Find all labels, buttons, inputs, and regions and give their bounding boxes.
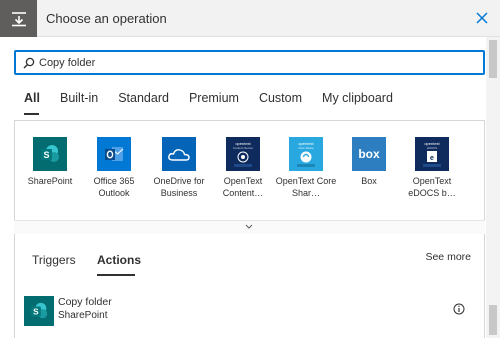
onedrive-icon <box>162 137 196 171</box>
connectors-panel: S SharePoint Office 365 Outlook OneDrive… <box>14 120 485 234</box>
svg-text:S: S <box>43 150 49 160</box>
connector-sharepoint[interactable]: S SharePoint <box>18 137 82 188</box>
connector-label: OneDrive for Business <box>153 176 205 198</box>
operations-panel: Triggers Actions See more S Copy folder … <box>14 234 485 338</box>
tab-triggers[interactable]: Triggers <box>32 253 76 267</box>
scrollbar-thumb-lower[interactable] <box>489 305 497 335</box>
category-tabs: All Built-in Standard Premium Custom My … <box>24 91 413 109</box>
action-item-copy-folder[interactable]: S Copy folder SharePoint <box>15 292 484 330</box>
chevron-down-icon <box>245 224 253 229</box>
tab-custom[interactable]: Custom <box>259 91 302 109</box>
tab-built-in[interactable]: Built-in <box>60 91 98 109</box>
connector-opentext-content[interactable]: opentext Content Server OpenText Content… <box>211 137 275 199</box>
info-icon[interactable] <box>453 303 465 315</box>
svg-text:e: e <box>430 155 434 162</box>
connector-onedrive-for-business[interactable]: OneDrive for Business <box>147 137 211 199</box>
tab-all[interactable]: All <box>24 91 40 109</box>
scrollbar-track[interactable] <box>486 37 500 338</box>
header-bar: Choose an operation <box>0 0 500 37</box>
sharepoint-icon: S <box>33 137 67 171</box>
search-box[interactable] <box>14 50 485 75</box>
sharepoint-icon: S <box>24 296 54 326</box>
connector-label: OpenText eDOCS b… <box>408 176 456 198</box>
tab-standard[interactable]: Standard <box>118 91 169 109</box>
connector-label: Office 365 Outlook <box>93 176 135 198</box>
scrollbar-thumb[interactable] <box>489 40 497 78</box>
connector-label: OpenText Core Shar… <box>275 176 337 198</box>
connector-label: SharePoint <box>27 176 73 186</box>
connector-box[interactable]: box Box <box>337 137 401 188</box>
opentext-icon: opentext Content Server <box>226 137 260 171</box>
box-icon: box <box>352 137 386 171</box>
action-connector: SharePoint <box>58 310 108 321</box>
box-logo-text: box <box>358 147 380 161</box>
search-input[interactable] <box>39 54 479 72</box>
active-tab-indicator <box>24 113 39 115</box>
connector-label: Box <box>361 176 377 186</box>
header-title: Choose an operation <box>46 11 167 26</box>
tab-premium[interactable]: Premium <box>189 91 239 109</box>
connector-office-365-outlook[interactable]: Office 365 Outlook <box>82 137 146 199</box>
edocs-icon: opentext eDOCS e <box>415 137 449 171</box>
active-subtab-indicator <box>97 274 135 276</box>
tab-my-clipboard[interactable]: My clipboard <box>322 91 393 109</box>
close-icon[interactable] <box>473 9 491 27</box>
tab-actions[interactable]: Actions <box>97 253 141 267</box>
svg-text:Content Server: Content Server <box>233 146 253 150</box>
connector-opentext-core-share[interactable]: opentext Core Share OpenText Core Shar… <box>274 137 338 199</box>
expand-connectors-toggle[interactable] <box>14 220 485 234</box>
svg-text:Core Share: Core Share <box>298 146 314 150</box>
outlook-icon <box>97 137 131 171</box>
svg-text:eDOCS: eDOCS <box>427 146 437 150</box>
action-title: Copy folder <box>58 296 112 308</box>
connector-opentext-edocs[interactable]: opentext eDOCS e OpenText eDOCS b… <box>400 137 464 199</box>
see-more-link[interactable]: See more <box>425 251 471 263</box>
operation-icon <box>0 0 37 37</box>
svg-text:S: S <box>33 308 39 317</box>
search-icon <box>23 57 35 69</box>
connector-label: OpenText Content… <box>222 176 264 198</box>
opentext-core-icon: opentext Core Share <box>289 137 323 171</box>
